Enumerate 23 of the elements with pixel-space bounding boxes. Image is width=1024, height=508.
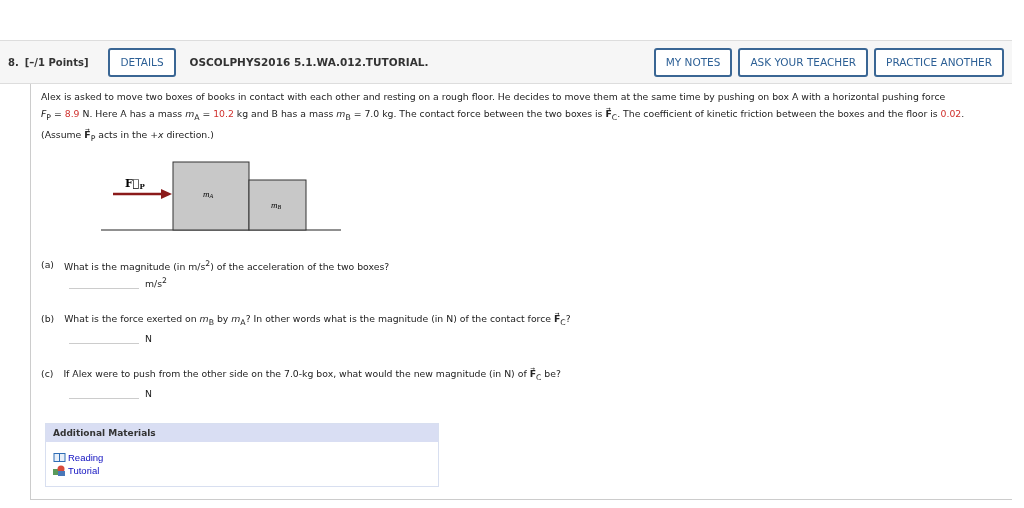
question-text: What is the magnitude (in m/s$^{2}$) of the acceleration of the two boxes? bbox=[63, 258, 390, 272]
question-code: OSCOLPHYS2016 5.1.WA.012.TUTORIAL. bbox=[189, 56, 429, 68]
force-label: F⃗$_{P}$ bbox=[125, 176, 145, 191]
question-text: What is the force exerted on m$_{B}$ by m$_{A}$? In other words what is the magnitude (in N) of the contact force F⃗$_{C}$? bbox=[64, 312, 571, 327]
unit-label: N bbox=[145, 332, 152, 344]
problem-statement: Alex is asked to move two boxes of books in contact with each other and resting on a rough floor. He decides to move them at the same time by pushing on box A with a horizontal pushing force F$_{P}$ = 8.9 N. Here A has a mass m$_{A}$ = 10.2 kg and B has a mass m$_{B}$ = 7.0 kg. The contact force between the two boxes is F⃗$_{C}$. The coefficient of kinetic friction between the boxes and the floor is 0.02. (Assume F⃗$_{P}$ acts in the +x direction.) bbox=[41, 90, 966, 145]
question-text: If Alex were to push from the other side on the 7.0-kg box, what would the new magnitude (in N) of F⃗$_{C}$ be? bbox=[63, 367, 561, 382]
question-number: 8. bbox=[8, 56, 19, 68]
unit-label: N bbox=[145, 387, 152, 399]
material-link[interactable]: Reading bbox=[68, 451, 104, 463]
box-a-label: m$_{A}$ bbox=[203, 188, 214, 199]
action-button[interactable]: MY NOTES bbox=[653, 47, 733, 77]
part-label: (c) bbox=[41, 367, 54, 381]
details-button[interactable]: DETAILS bbox=[108, 47, 176, 77]
action-button[interactable]: PRACTICE ANOTHER bbox=[874, 47, 1004, 77]
materials-title: Additional Materials bbox=[46, 423, 438, 442]
points-label: [–/1 Points] bbox=[24, 56, 89, 68]
box-b-label: m$_{B}$ bbox=[271, 199, 282, 210]
part-label: (a) bbox=[41, 258, 54, 272]
material-link[interactable]: Tutorial bbox=[68, 464, 100, 476]
action-button[interactable]: ASK YOUR TEACHER bbox=[738, 47, 869, 77]
part-label: (b) bbox=[41, 312, 55, 326]
unit-label: m/s$^{2}$ bbox=[145, 275, 167, 289]
